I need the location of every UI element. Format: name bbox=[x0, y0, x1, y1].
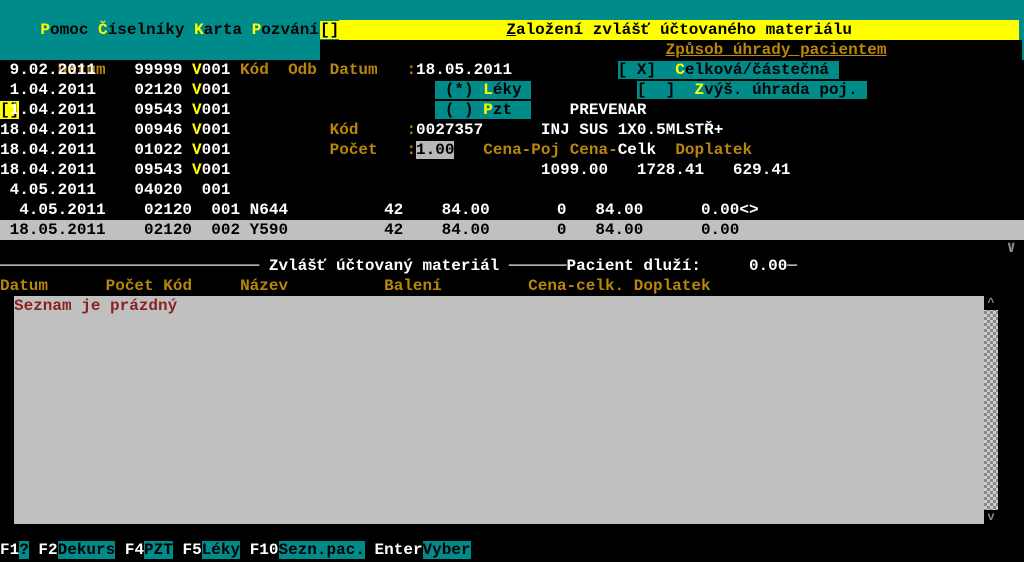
f10-button[interactable]: Sezn.pac. bbox=[279, 541, 365, 559]
table-row[interactable]: 4.05.2011 02120 001 N644 42 84.00 0 84.0… bbox=[0, 200, 1024, 220]
inj-value: INJ SUS 1X0.5MLSTŘ+ bbox=[541, 121, 723, 139]
divider: ─────────────────────────── Zvlášť účtov… bbox=[0, 256, 1024, 276]
hdr-kod: Kód bbox=[240, 61, 269, 79]
table-row[interactable]: 18.04.2011 00946 V001 bbox=[0, 120, 230, 140]
zpusob-label: Způsob úhrady pacientem bbox=[666, 41, 887, 59]
f5-button[interactable]: Léky bbox=[202, 541, 240, 559]
list-area: Seznam je prázdný ^ v bbox=[14, 296, 998, 524]
kod-value[interactable]: 0027357 bbox=[416, 121, 483, 139]
table-row[interactable]: 18.04.2011 09543 V001 bbox=[0, 160, 230, 180]
scroll-up-icon[interactable]: ^ bbox=[984, 296, 998, 310]
table-row-selected[interactable]: 18.05.2011 02120 002 Y590 42 84.00 0 84.… bbox=[0, 220, 1024, 240]
table-row[interactable]: 4.05.2011 04020 001 bbox=[0, 180, 230, 200]
f1-button[interactable]: ? bbox=[19, 541, 29, 559]
pocet-input[interactable]: 1.00 bbox=[416, 141, 454, 159]
function-keys: F1? F2Dekurs F4PZT F5Léky F10Sezn.pac. E… bbox=[0, 540, 471, 560]
dialog-title: Založení zvlášť účtovaného materiálu bbox=[339, 20, 1019, 40]
prevenar: PREVENAR bbox=[570, 101, 647, 119]
scrollbar[interactable] bbox=[984, 296, 998, 524]
chevron-down-icon[interactable]: ∨ bbox=[1006, 238, 1016, 258]
cena-poj-val: 1099.00 bbox=[541, 161, 608, 179]
doplatek-val: 629.41 bbox=[733, 161, 791, 179]
material-dialog: []Založení zvlášť účtovaného materiálu Z… bbox=[320, 20, 1022, 180]
table-row[interactable]: 1.04.2011 02120 V001 bbox=[0, 80, 230, 100]
cena-celk-val: 1728.41 bbox=[637, 161, 704, 179]
table-row[interactable]: 9.02.2011 99999 V001 bbox=[0, 60, 230, 80]
list-header: Datum Počet Kód Název Balení Cena-celk. … bbox=[0, 276, 1024, 296]
opt-zvys[interactable]: [ ] Zvýš. úhrada poj. bbox=[637, 81, 867, 99]
opt-celkova[interactable]: [ X] Celková/částečná bbox=[618, 61, 839, 79]
f2-button[interactable]: Dekurs bbox=[58, 541, 116, 559]
table-row[interactable]: 1.04.2011 09543 V001 bbox=[0, 100, 230, 120]
hdr-odb: Odb bbox=[288, 61, 317, 79]
table-row[interactable]: 18.04.2011 01022 V001 bbox=[0, 140, 230, 160]
datum-value[interactable]: 18.05.2011 bbox=[416, 61, 512, 79]
opt-pzt[interactable]: ( ) Pzt bbox=[435, 101, 531, 119]
scroll-down-icon[interactable]: v bbox=[984, 510, 998, 524]
f4-button[interactable]: PZT bbox=[144, 541, 173, 559]
opt-leky[interactable]: (*) Léky bbox=[435, 81, 531, 99]
enter-button[interactable]: Vyber bbox=[423, 541, 471, 559]
empty-message: Seznam je prázdný bbox=[14, 296, 998, 316]
